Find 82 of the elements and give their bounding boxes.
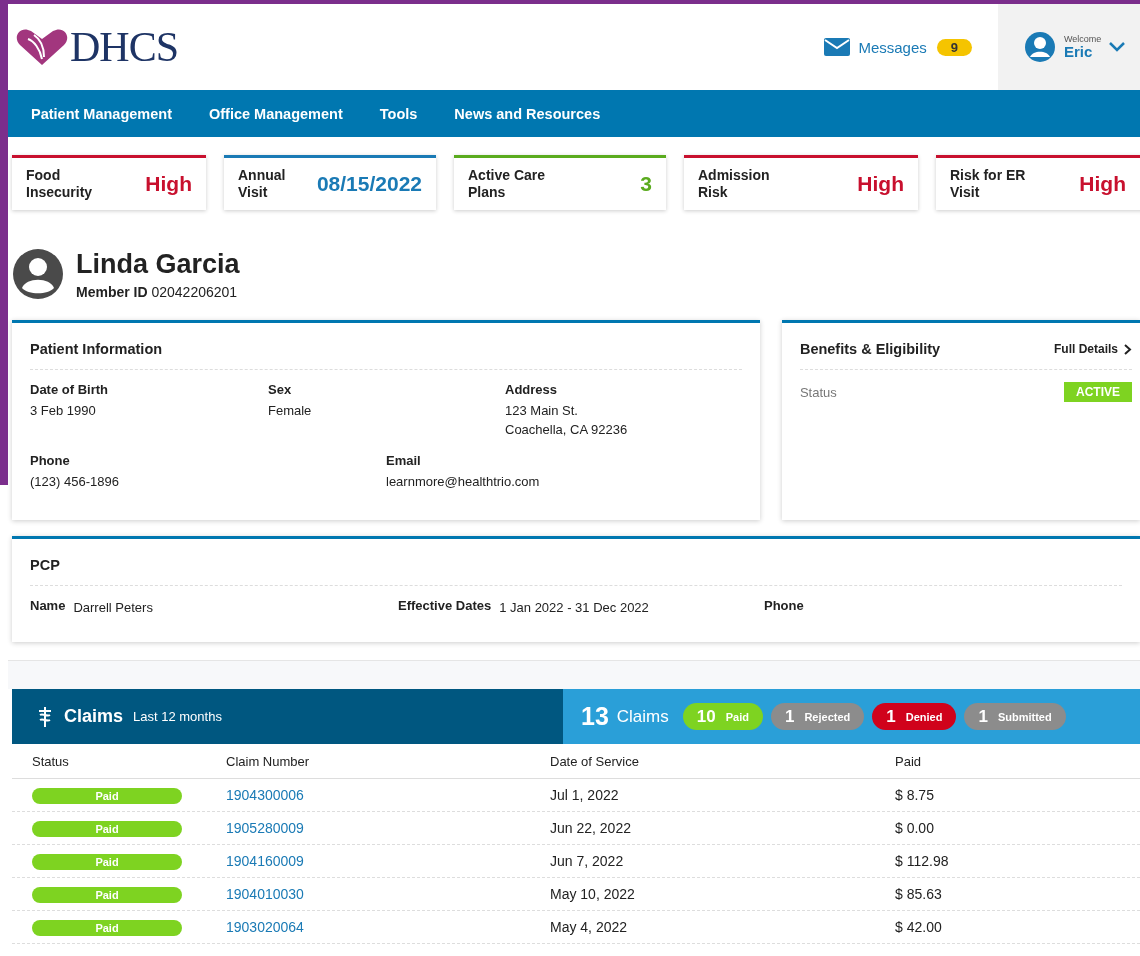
card-title: Patient Information	[30, 323, 742, 370]
messages-link[interactable]: Messages	[858, 38, 927, 56]
member-id-label: Member ID	[76, 283, 148, 300]
claim-number-link[interactable]: 1905280009	[226, 820, 304, 836]
table-cell-text: Jun 7, 2022	[550, 853, 625, 869]
field-label: Name	[30, 598, 66, 615]
alert-value: 3	[640, 172, 652, 196]
field-value: Coachella, CA 92236	[505, 421, 629, 439]
claims-title: Claims	[64, 706, 124, 727]
claim-summary-pill[interactable]: 1 Submitted	[964, 703, 1066, 730]
field-value: (123) 456-1896	[30, 473, 120, 491]
field-label: Date of Birth	[30, 382, 109, 397]
paid-status-pill: Paid	[32, 919, 182, 936]
chevron-down-icon[interactable]	[1109, 42, 1126, 52]
table-cell-text: $ 112.98	[895, 853, 950, 869]
heart-logo-icon	[14, 27, 70, 67]
alert-value: 08/15/2022	[316, 172, 422, 196]
field-value: 123 Main St.	[505, 402, 579, 420]
logo-text: DHCS	[70, 23, 179, 71]
field-value: learnmore@healthtrio.com	[386, 473, 541, 491]
claim-summary-pill[interactable]: 1 Rejected	[770, 703, 865, 730]
paid-status-pill: Paid	[32, 787, 182, 804]
alert-value: High	[1079, 172, 1126, 196]
welcome-text: Welcome	[1064, 35, 1102, 44]
status-label: Status	[799, 384, 838, 400]
column-header: Status	[32, 753, 70, 769]
table-cell-text: May 10, 2022	[550, 886, 636, 902]
table-cell-text: $ 85.63	[895, 886, 943, 902]
patient-avatar-icon	[12, 248, 64, 300]
nav-item[interactable]: News and Resources	[454, 105, 601, 122]
mail-icon[interactable]	[824, 38, 851, 56]
table-cell-text: Jun 22, 2022	[550, 820, 632, 836]
claim-number-link[interactable]: 1904010030	[226, 886, 304, 902]
paid-status-pill: Paid	[32, 820, 182, 837]
alert-label: Annual Visit	[238, 167, 287, 201]
card-title: Benefits & Eligibility	[799, 341, 942, 357]
alert-label: Admission Risk	[698, 167, 771, 201]
claims-subtitle: Last 12 months	[133, 709, 222, 724]
claims-total: 13	[581, 702, 609, 731]
card-title: PCP	[30, 539, 1122, 586]
nav-item[interactable]: Patient Management	[31, 105, 172, 122]
claim-summary-pill[interactable]: 1 Denied	[872, 703, 957, 730]
field-label: Phone	[30, 453, 71, 468]
patient-name: Linda Garcia	[76, 248, 240, 280]
field-value: Darrell Peters	[73, 599, 153, 617]
claims-total-label: Claims	[616, 706, 669, 727]
field-label: Phone	[764, 598, 804, 615]
member-id: 02042206201	[151, 283, 238, 300]
user-avatar-icon[interactable]	[1024, 31, 1056, 63]
table-cell-text: Jul 1, 2022	[550, 787, 620, 803]
claim-number-link[interactable]: 1903020064	[226, 919, 304, 935]
claim-number-link[interactable]: 1904160009	[226, 853, 304, 869]
field-label: Address	[505, 382, 559, 397]
field-value: 1 Jan 2022 - 31 Dec 2022	[499, 599, 649, 617]
table-cell-text: May 4, 2022	[550, 919, 629, 935]
alert-label: Food Insecurity	[26, 167, 94, 201]
alert-label: Risk for ER Visit	[950, 167, 1027, 201]
paid-status-pill: Paid	[32, 886, 182, 903]
column-header: Claim Number	[226, 753, 311, 769]
paid-status-pill: Paid	[32, 853, 182, 870]
field-label: Email	[386, 453, 422, 468]
table-cell-text: $ 42.00	[895, 919, 943, 935]
status-badge: ACTIVE	[1064, 382, 1132, 402]
column-header: Paid	[895, 753, 923, 769]
full-details-link[interactable]: Full Details	[1054, 342, 1118, 356]
nav-item[interactable]: Office Management	[209, 105, 343, 122]
table-cell-text: $ 8.75	[895, 787, 935, 803]
field-label: Effective Dates	[398, 598, 492, 615]
alert-label: Active Care Plans	[468, 167, 547, 201]
chevron-right-icon[interactable]	[1124, 343, 1132, 355]
field-value: Female	[268, 402, 313, 420]
caduceus-icon	[36, 705, 54, 728]
table-cell-text: $ 0.00	[895, 820, 935, 836]
field-value: 3 Feb 1990	[30, 402, 97, 420]
field-label: Sex	[268, 382, 293, 397]
nav-item[interactable]: Tools	[379, 105, 418, 122]
claim-number-link[interactable]: 1904300006	[226, 787, 304, 803]
alert-value: High	[857, 172, 904, 196]
column-header: Date of Service	[550, 753, 640, 769]
message-count: 9	[936, 38, 972, 56]
user-name[interactable]: Eric	[1064, 44, 1102, 59]
alert-value: High	[145, 172, 192, 196]
